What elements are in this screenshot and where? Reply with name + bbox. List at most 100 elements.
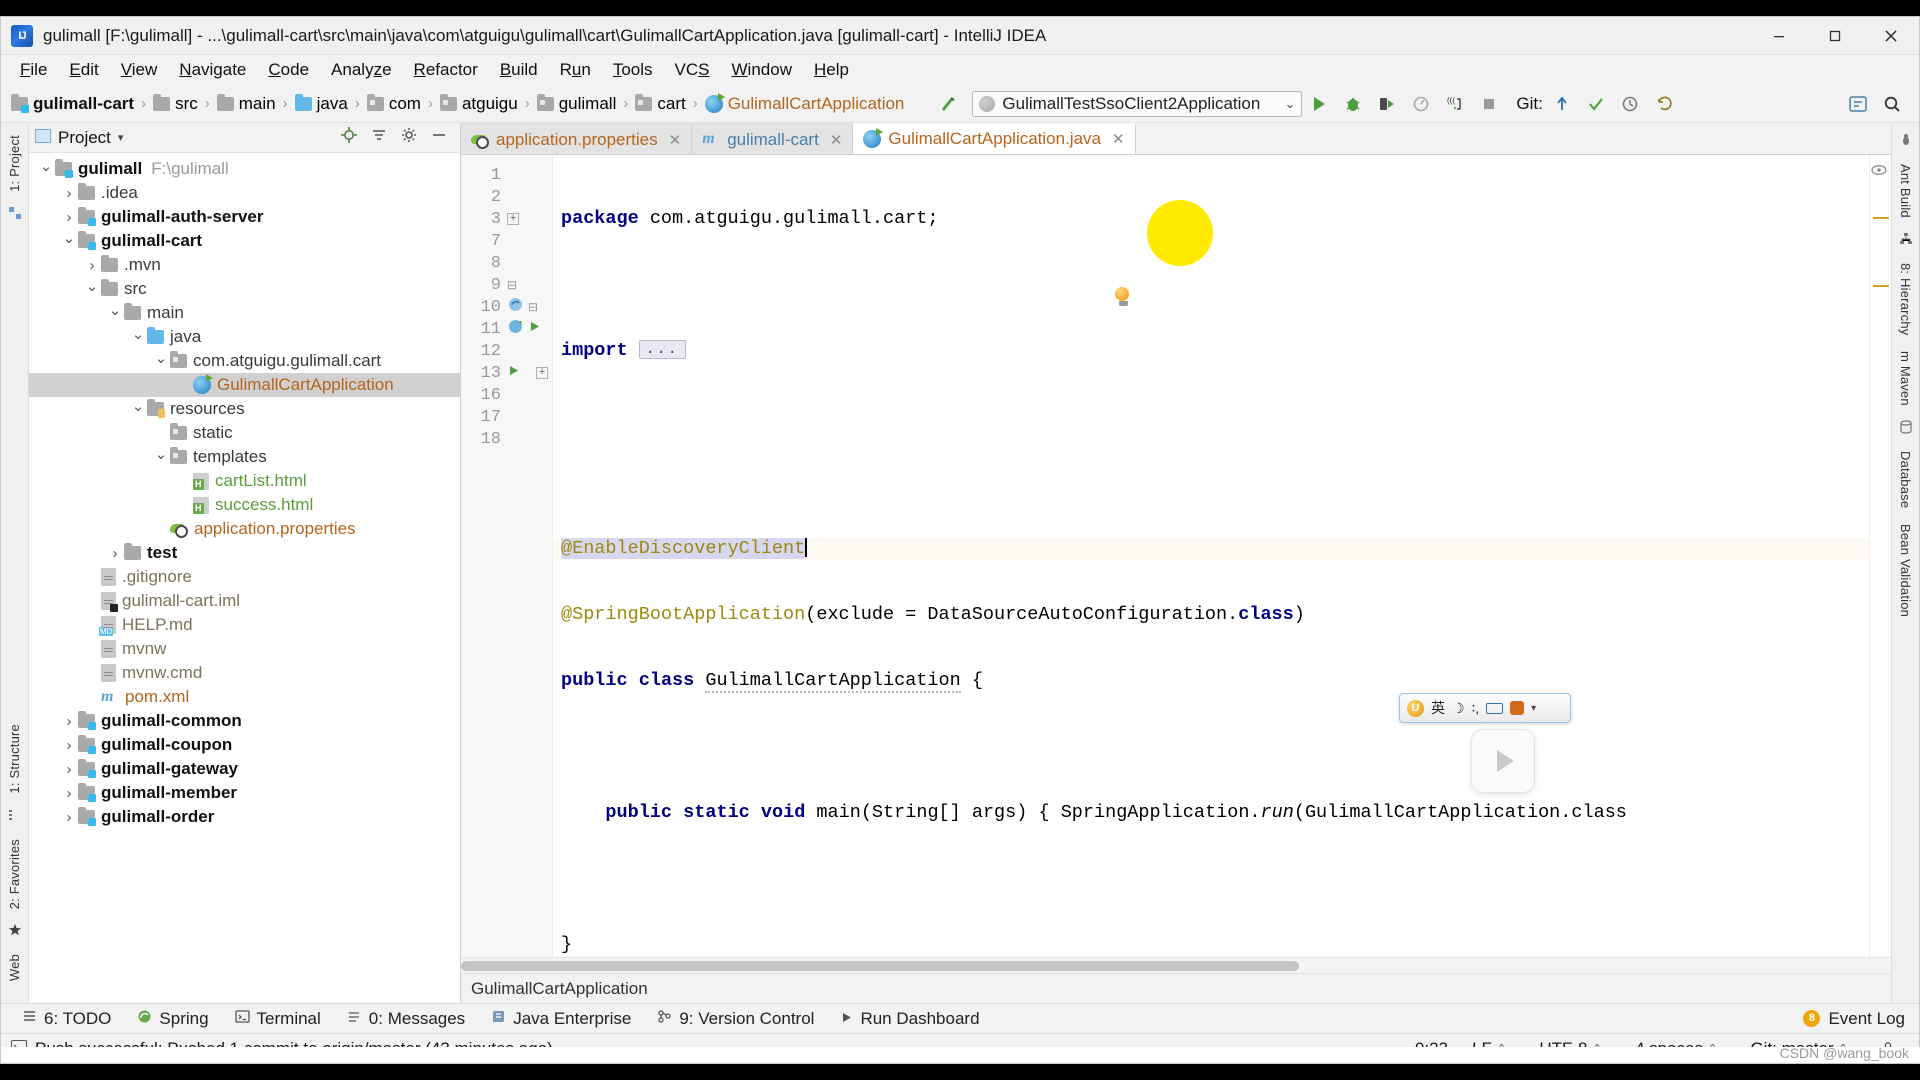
close-icon[interactable]: ✕ [669,131,682,149]
menu-refactor[interactable]: Refactor [403,57,489,83]
menu-view[interactable]: View [110,57,169,83]
tree-item-com-atguigu-gulimall-cart[interactable]: ⌄ com.atguigu.gulimall.cart [29,349,460,373]
settings-icon[interactable] [1841,89,1875,119]
chevron-down-icon[interactable]: ⌄ [83,277,101,295]
breadcrumb-gulimall-cart-application[interactable]: GulimallCartApplication [701,92,909,116]
debug-button[interactable] [1336,89,1370,119]
tool-window-structure[interactable]: 1: Structure [4,716,25,802]
tree-item-main[interactable]: ⌄ main [29,301,460,325]
fold-collapse-icon[interactable]: ⊟ [507,278,517,293]
breadcrumb-src[interactable]: src [149,92,202,116]
tree-item-gulimall-order[interactable]: › gulimall-order [29,805,460,829]
database-icon[interactable] [1899,420,1913,437]
tree-item-gulimall-member[interactable]: › gulimall-member [29,781,460,805]
tree-item-mvn[interactable]: › .mvn [29,253,460,277]
code-text-area[interactable]: package com.atguigu.gulimall.cart; impor… [553,155,1869,957]
tab-application-properties[interactable]: application.properties ✕ [461,123,693,154]
chevron-down-icon[interactable]: ⌄ [152,349,170,367]
tool-window-web[interactable]: Web [4,946,25,989]
chevron-down-icon[interactable]: ⌄ [129,325,147,343]
bottom-tab-todo[interactable]: 6: TODO [9,1006,124,1032]
close-button[interactable] [1863,17,1919,55]
tree-item-pom-xml[interactable]: m pom.xml [29,685,460,709]
breadcrumb-cart[interactable]: cart [631,92,689,116]
event-log-button[interactable]: 8 Event Log [1803,1009,1919,1029]
menu-help[interactable]: Help [803,57,860,83]
tree-item-help-md[interactable]: HELP.md [29,613,460,637]
tab-gulimall-cart[interactable]: m gulimall-cart ✕ [692,123,854,154]
chevron-down-icon[interactable]: ▾ [118,131,124,144]
chevron-down-icon[interactable]: ▾ [1531,703,1536,714]
tree-item-java[interactable]: ⌄ java [29,325,460,349]
tool-window-hierarchy[interactable]: 8: Hierarchy [1895,255,1916,343]
run-with-coverage-button[interactable] [1370,89,1404,119]
chevron-down-icon[interactable]: ⌄ [152,445,170,463]
tree-item-static[interactable]: static [29,421,460,445]
tab-gulimall-cart-application-java[interactable]: GulimallCartApplication.java ✕ [853,123,1136,154]
hide-panel-icon[interactable] [430,126,448,149]
chevron-right-icon[interactable]: › [60,185,78,202]
menu-analyze[interactable]: Analyze [320,57,403,83]
chevron-down-icon[interactable]: ⌄ [129,397,147,415]
fold-expand-icon[interactable]: + [536,367,548,379]
menu-window[interactable]: Window [721,57,803,83]
tree-item-gulimall-gateway[interactable]: › gulimall-gateway [29,757,460,781]
tree-item-gulimall-auth-server[interactable]: › gulimall-auth-server [29,205,460,229]
search-everywhere-icon[interactable] [1875,89,1909,119]
breadcrumb-java[interactable]: java [291,92,352,116]
update-project-icon[interactable] [1545,89,1579,119]
chevron-right-icon[interactable]: › [60,713,78,730]
star-icon[interactable] [8,923,22,940]
history-icon[interactable] [1613,89,1647,119]
bottom-tab-terminal[interactable]: Terminal [222,1006,334,1032]
bottom-tab-messages[interactable]: 0: Messages [334,1006,478,1032]
keyboard-icon[interactable] [1486,702,1504,714]
ime-language-indicator[interactable]: 英 [1431,698,1445,718]
settings-icon[interactable] [400,126,418,149]
run-button[interactable] [1302,89,1336,119]
close-icon[interactable]: ✕ [1112,130,1125,148]
close-icon[interactable]: ✕ [830,131,843,149]
profile-button[interactable] [1404,89,1438,119]
attach-process-button[interactable]: ((( [1438,89,1472,119]
menu-edit[interactable]: Edit [58,57,109,83]
tool-window-maven[interactable]: m Maven [1895,343,1916,414]
breadcrumb-com[interactable]: com [363,92,425,116]
breadcrumb-gulimall[interactable]: gulimall [533,92,621,116]
ime-punctuation-icon[interactable]: ∶, [1472,700,1480,717]
tool-window-database[interactable]: Database [1895,443,1916,516]
fold-collapse-icon[interactable]: ⊟ [528,300,538,315]
tool-window-ant-build[interactable]: Ant Build [1895,156,1916,226]
breadcrumb-atguigu[interactable]: atguigu [436,92,522,116]
project-tree[interactable]: ⌄ gulimall F:\gulimall › .idea › gulimall-auth… [29,153,460,1003]
hierarchy-icon[interactable] [1899,232,1913,249]
menu-file[interactable]: File [9,57,58,83]
minimize-button[interactable] [1751,17,1807,55]
reader-mode-icon[interactable] [1871,161,1887,181]
chevron-down-icon[interactable]: ⌄ [106,301,124,319]
scrollbar-thumb[interactable] [461,961,1299,971]
bottom-tab-spring[interactable]: Spring [124,1006,221,1032]
make-project-icon[interactable] [932,89,966,119]
tree-item-gulimallcartapplication[interactable]: GulimallCartApplication [29,373,460,397]
chevron-right-icon[interactable]: › [83,257,101,274]
tool-window-bean-validation[interactable]: Bean Validation [1895,516,1916,625]
locate-icon[interactable] [340,126,358,149]
stop-button[interactable] [1472,89,1506,119]
code-editor[interactable]: 1 2 3 + 7 8 9 ⊟ 10 ⊟ 11 12 13 + 16 17 18… [461,155,1891,957]
intention-bulb-icon[interactable] [1115,243,1131,306]
collapsed-imports[interactable]: ... [638,340,686,359]
tree-item-gulimall-cart[interactable]: ⌄ gulimall-cart [29,229,460,253]
ime-floating-toolbar[interactable]: U 英 ☽ ∶, ▾ [1399,693,1571,723]
chevron-right-icon[interactable]: › [60,809,78,826]
run-gutter-icon[interactable] [507,364,520,383]
tree-item-gulimall[interactable]: ⌄ gulimall F:\gulimall [29,157,460,181]
commit-icon[interactable] [1579,89,1613,119]
spring-config-gutter-icon[interactable] [507,318,524,341]
tree-item-application-properties[interactable]: application.properties [29,517,460,541]
structure-icon[interactable] [8,808,22,825]
tree-item-cartlist-html[interactable]: cartList.html [29,469,460,493]
menu-code[interactable]: Code [257,57,320,83]
tree-item-gulimall-cart-iml[interactable]: gulimall-cart.iml [29,589,460,613]
fold-expand-icon[interactable]: + [507,213,519,225]
